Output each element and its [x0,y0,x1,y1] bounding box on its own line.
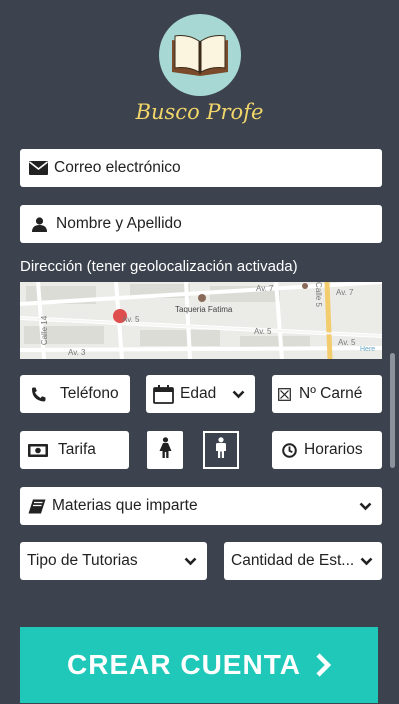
email-placeholder: Correo electrónico [54,159,181,176]
map-street-label: Av. 5 [254,327,272,336]
clock-icon [282,442,297,458]
name-field[interactable]: Nombre y Apellido [20,205,382,243]
create-account-label: CREAR CUENTA [67,649,301,680]
book-logo-icon [158,14,241,96]
brand-name: Busco Profe [135,100,264,124]
map-street-label: Av. 7 [336,288,354,297]
rate-field[interactable]: Tarifa [20,431,129,469]
subjects-label: Materias que imparte [52,497,198,514]
envelope-icon [29,161,48,175]
student-count-select[interactable]: Cantidad de Est... [224,542,382,580]
rate-label: Tarifa [58,441,96,458]
card-number-field[interactable]: Nº Carné [272,375,382,413]
female-icon [159,436,172,464]
subjects-select[interactable]: Materias que imparte [20,487,382,525]
chevron-down-icon [232,390,245,399]
female-toggle[interactable] [147,431,183,469]
chevron-down-icon [359,502,372,511]
money-icon [28,443,48,457]
map-watermark: Here [360,346,376,353]
user-icon [32,216,47,232]
book-icon [28,499,46,514]
phone-icon [31,387,46,402]
male-icon [215,436,227,464]
chevron-down-icon [184,557,197,566]
location-map[interactable]: Taqueria Fatima Av. 7 Av. 7 Av. 5 Av. 5 … [20,282,382,359]
name-placeholder: Nombre y Apellido [56,215,182,232]
scrollbar[interactable] [390,353,395,468]
tutoring-type-label: Tipo de Tutorias [27,552,138,569]
card-number-label: Nº Carné [299,385,363,402]
app-logo: Busco Profe [0,14,399,124]
map-street-label: Calle 14 [40,315,50,346]
age-select[interactable]: Edad [146,375,255,413]
hours-label: Horarios [304,441,363,458]
address-label: Dirección (tener geolocalización activad… [20,258,298,275]
phone-label: Teléfono [60,385,119,402]
hours-field[interactable]: Horarios [272,431,382,469]
create-account-button[interactable]: CREAR CUENTA [20,627,378,703]
age-label: Edad [180,385,217,402]
map-street-label: Calle 5 [313,282,323,307]
map-street-label: Av. 5 [338,338,356,347]
map-place-label: Taqueria Fatima [175,305,233,314]
chevron-down-icon [360,557,373,566]
student-count-label: Cantidad de Est... [231,552,355,569]
calendar-icon [153,384,174,404]
email-field[interactable]: Correo electrónico [20,149,382,187]
phone-field[interactable]: Teléfono [20,375,130,413]
map-street-label: Av. 7 [256,284,274,293]
map-street-label: Av. 3 [68,348,86,357]
chevron-right-icon [315,653,331,677]
id-card-icon [278,387,291,401]
tutoring-type-select[interactable]: Tipo de Tutorias [20,542,207,580]
map-street-label: Av. 5 [122,315,140,324]
male-toggle[interactable] [203,431,239,469]
